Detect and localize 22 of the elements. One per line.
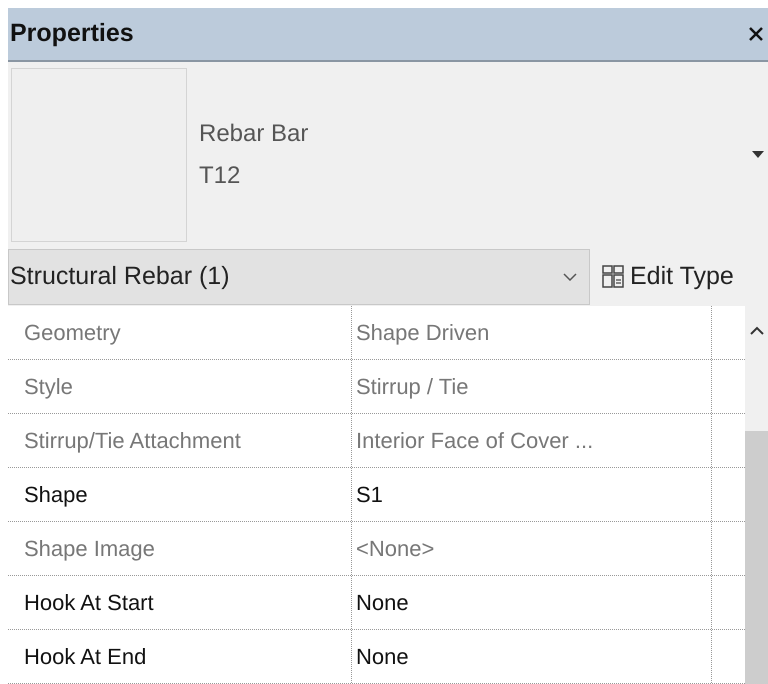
chevron-down-icon	[563, 273, 577, 281]
panel-title: Properties	[9, 18, 134, 50]
edit-type-button[interactable]: Edit Type	[602, 258, 734, 296]
scroll-up-icon	[750, 326, 764, 335]
property-name: Stirrup/Tie Attachment	[8, 414, 352, 467]
edit-type-icon	[602, 265, 624, 289]
property-name: Geometry	[8, 306, 352, 359]
dropdown-triangle-icon	[752, 151, 764, 159]
type-name: T12	[199, 161, 242, 191]
property-value[interactable]: S1	[352, 468, 712, 521]
scrollbar-thumb[interactable]	[745, 431, 768, 684]
type-selector[interactable]: Rebar Bar T12	[8, 62, 768, 248]
property-value[interactable]: None	[352, 630, 712, 683]
filter-dropdown[interactable]: Structural Rebar (1)	[8, 249, 590, 305]
close-icon	[748, 26, 764, 42]
property-value[interactable]: None	[352, 576, 712, 629]
property-name: Hook At End	[8, 630, 352, 683]
property-name: Style	[8, 360, 352, 413]
property-name: Shape	[8, 468, 352, 521]
property-name: Shape Image	[8, 522, 352, 575]
family-name: Rebar Bar	[199, 119, 310, 149]
property-name: Hook At Start	[8, 576, 352, 629]
